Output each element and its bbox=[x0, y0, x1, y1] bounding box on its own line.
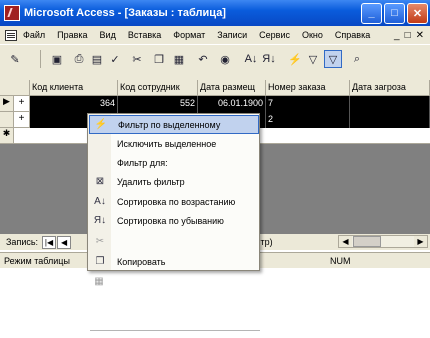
apply-filter-icon[interactable]: ▽ bbox=[324, 50, 342, 68]
menu-bar: Файл Правка Вид Вставка Формат Записи Се… bbox=[0, 26, 430, 44]
table-cell[interactable]: 2 bbox=[266, 112, 350, 128]
window-title: Microsoft Access - [Заказы : таблица] bbox=[24, 7, 226, 19]
column-header[interactable]: Код клиента bbox=[30, 80, 118, 96]
menu-format[interactable]: Формат bbox=[173, 30, 205, 40]
horizontal-scrollbar[interactable]: ◀ ▶ bbox=[338, 235, 428, 248]
context-menu: ⚡ Фильтр по выделенному Исключить выделе… bbox=[87, 113, 260, 271]
table-cell[interactable]: 06.01.1900 bbox=[198, 96, 266, 112]
title-bar: Microsoft Access - [Заказы : таблица] _ … bbox=[0, 0, 430, 26]
record-selector[interactable]: ▶ bbox=[0, 96, 14, 112]
cut-icon[interactable]: ✂ bbox=[128, 50, 146, 68]
scroll-left-button[interactable]: ◀ bbox=[339, 236, 352, 247]
column-header[interactable]: Дата размещ bbox=[198, 80, 266, 96]
access-app-icon[interactable] bbox=[4, 5, 20, 21]
status-mode-text: Режим таблицы bbox=[4, 255, 70, 266]
menu-insert[interactable]: Вставка bbox=[128, 30, 161, 40]
menu-item-sort-ascending[interactable]: A↓ Сортировка по возрастанию bbox=[89, 192, 259, 211]
design-view-icon[interactable]: ✎ bbox=[6, 50, 24, 68]
menu-item-sort-descending[interactable]: Я↓ Сортировка по убыванию bbox=[89, 211, 259, 230]
menu-help[interactable]: Справка bbox=[335, 30, 370, 40]
sort-ascending-icon: A↓ bbox=[94, 196, 106, 207]
mdi-close-button[interactable]: ✕ bbox=[416, 30, 424, 41]
scroll-right-button[interactable]: ▶ bbox=[414, 236, 427, 247]
sort-ascending-icon[interactable]: A↓ bbox=[242, 50, 260, 68]
sort-descending-icon[interactable]: Я↓ bbox=[260, 50, 278, 68]
scroll-thumb[interactable] bbox=[353, 236, 381, 247]
remove-filter-icon: ⊠ bbox=[95, 176, 105, 187]
menu-item-label: Исключить выделенное bbox=[117, 138, 217, 149]
menu-view[interactable]: Вид bbox=[100, 30, 116, 40]
menu-item-label: Сортировка по возрастанию bbox=[117, 196, 236, 207]
spelling-icon[interactable]: ✓ bbox=[106, 50, 124, 68]
filter-by-form-icon[interactable]: ▽ bbox=[304, 50, 322, 68]
record-count-text: .тр) bbox=[258, 237, 273, 247]
menu-tools[interactable]: Сервис bbox=[259, 30, 290, 40]
menu-window[interactable]: Окно bbox=[302, 30, 323, 40]
maximize-button[interactable]: □ bbox=[384, 2, 405, 24]
table-window-icon[interactable] bbox=[5, 29, 17, 41]
copy-icon: ❐ bbox=[95, 256, 105, 267]
previous-record-button[interactable]: ◀ bbox=[57, 235, 72, 249]
save-icon[interactable]: ▣ bbox=[48, 50, 66, 68]
menu-item-label: Фильтр для: bbox=[117, 157, 168, 168]
menu-item-paste[interactable]: ▦ bbox=[88, 272, 118, 291]
subdatasheet-expand-button[interactable]: + bbox=[14, 96, 30, 112]
record-label: Запись: bbox=[6, 237, 39, 247]
divider-line bbox=[90, 330, 260, 331]
table-cell[interactable] bbox=[350, 96, 430, 112]
menu-item-filter-by-selection[interactable]: ⚡ Фильтр по выделенному bbox=[89, 115, 259, 134]
record-selector[interactable] bbox=[0, 112, 14, 128]
menu-file[interactable]: Файл bbox=[23, 30, 45, 40]
mdi-controls: _ □ ✕ bbox=[394, 30, 424, 41]
menu-records[interactable]: Записи bbox=[217, 30, 247, 40]
first-record-button[interactable]: |◀ bbox=[42, 235, 57, 249]
menu-item-cut[interactable]: ✂ bbox=[89, 232, 259, 251]
filter-by-selection-icon[interactable]: ⚡ bbox=[286, 50, 304, 68]
column-header[interactable]: Дата загроза bbox=[350, 80, 430, 96]
table-cell[interactable]: 7 bbox=[266, 96, 350, 112]
table-cell[interactable]: 552 bbox=[118, 96, 198, 112]
undo-icon[interactable]: ↶ bbox=[194, 50, 212, 68]
menu-item-exclude-selection[interactable]: Исключить выделенное bbox=[89, 134, 259, 153]
subdatasheet-expand-button[interactable]: + bbox=[14, 112, 30, 128]
mdi-restore-button[interactable]: □ bbox=[405, 30, 411, 41]
new-record-marker[interactable]: ✱ bbox=[0, 128, 14, 144]
find-icon[interactable]: ⌕ bbox=[348, 50, 366, 68]
column-header[interactable]: Номер заказа bbox=[266, 80, 350, 96]
mdi-minimize-button[interactable]: _ bbox=[394, 30, 400, 41]
print-preview-icon[interactable]: ▤ bbox=[88, 50, 106, 68]
paste-icon[interactable]: ▦ bbox=[170, 50, 188, 68]
table-cell[interactable] bbox=[350, 112, 430, 128]
menu-item-label: Копировать bbox=[117, 256, 166, 267]
menu-item-label: Удалить фильтр bbox=[117, 176, 185, 187]
table-cell[interactable]: 364 bbox=[30, 96, 118, 112]
paste-icon: ▦ bbox=[94, 276, 104, 287]
menu-item-label: Сортировка по убыванию bbox=[117, 215, 224, 226]
close-button[interactable]: ✕ bbox=[407, 2, 428, 24]
filter-by-selection-icon: ⚡ bbox=[94, 119, 108, 130]
column-header[interactable]: Код сотрудник bbox=[118, 80, 198, 96]
minimize-button[interactable]: _ bbox=[361, 2, 382, 24]
print-icon[interactable]: ⎙ bbox=[70, 50, 88, 68]
sort-descending-icon: Я↓ bbox=[93, 215, 107, 226]
num-lock-indicator: NUM bbox=[330, 255, 351, 266]
menu-item-copy[interactable]: ❐ Копировать bbox=[89, 252, 259, 271]
hyperlink-icon[interactable]: ◉ bbox=[216, 50, 234, 68]
menu-item-label: Фильтр по выделенному bbox=[118, 119, 221, 130]
select-all-corner[interactable] bbox=[0, 80, 30, 96]
copy-icon[interactable]: ❐ bbox=[150, 50, 168, 68]
menu-edit[interactable]: Правка bbox=[57, 30, 87, 40]
cut-icon: ✂ bbox=[95, 236, 105, 247]
menu-item-filter-for[interactable]: Фильтр для: bbox=[89, 153, 259, 172]
toolbar-separator bbox=[40, 50, 41, 68]
menu-item-remove-filter[interactable]: ⊠ Удалить фильтр bbox=[89, 172, 259, 191]
